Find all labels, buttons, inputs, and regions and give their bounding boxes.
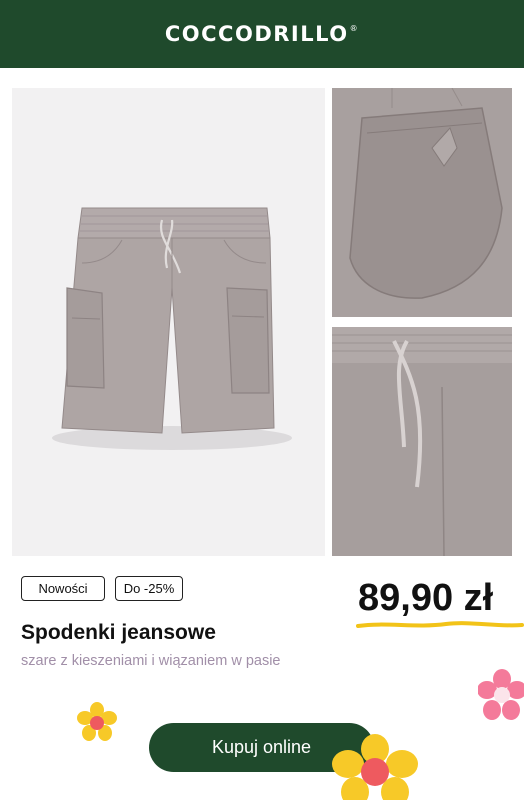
product-description: szare z kieszeniami i wiązaniem w pasie — [21, 653, 281, 669]
shorts-illustration — [52, 207, 292, 450]
badge-discount: Do -25% — [115, 576, 183, 601]
pocket-detail-illustration — [332, 88, 512, 317]
product-detail-photo-pocket[interactable] — [332, 88, 512, 317]
product-detail-photo-waistband[interactable] — [332, 327, 512, 556]
price-underline-decoration — [356, 621, 524, 628]
large-yellow-flower-icon — [332, 734, 418, 800]
yellow-flower-icon — [77, 702, 117, 741]
product-title: Spodenki jeansowe — [21, 621, 216, 644]
product-price: 89,90 zł — [358, 577, 494, 619]
pink-flower-icon — [478, 669, 524, 720]
product-main-photo[interactable] — [12, 88, 325, 556]
waistband-detail-illustration — [332, 327, 512, 556]
badge-new: Nowości — [21, 576, 105, 601]
brand-logo[interactable]: COCCODRILLO® — [165, 22, 359, 46]
header-bar: COCCODRILLO® — [0, 0, 524, 68]
